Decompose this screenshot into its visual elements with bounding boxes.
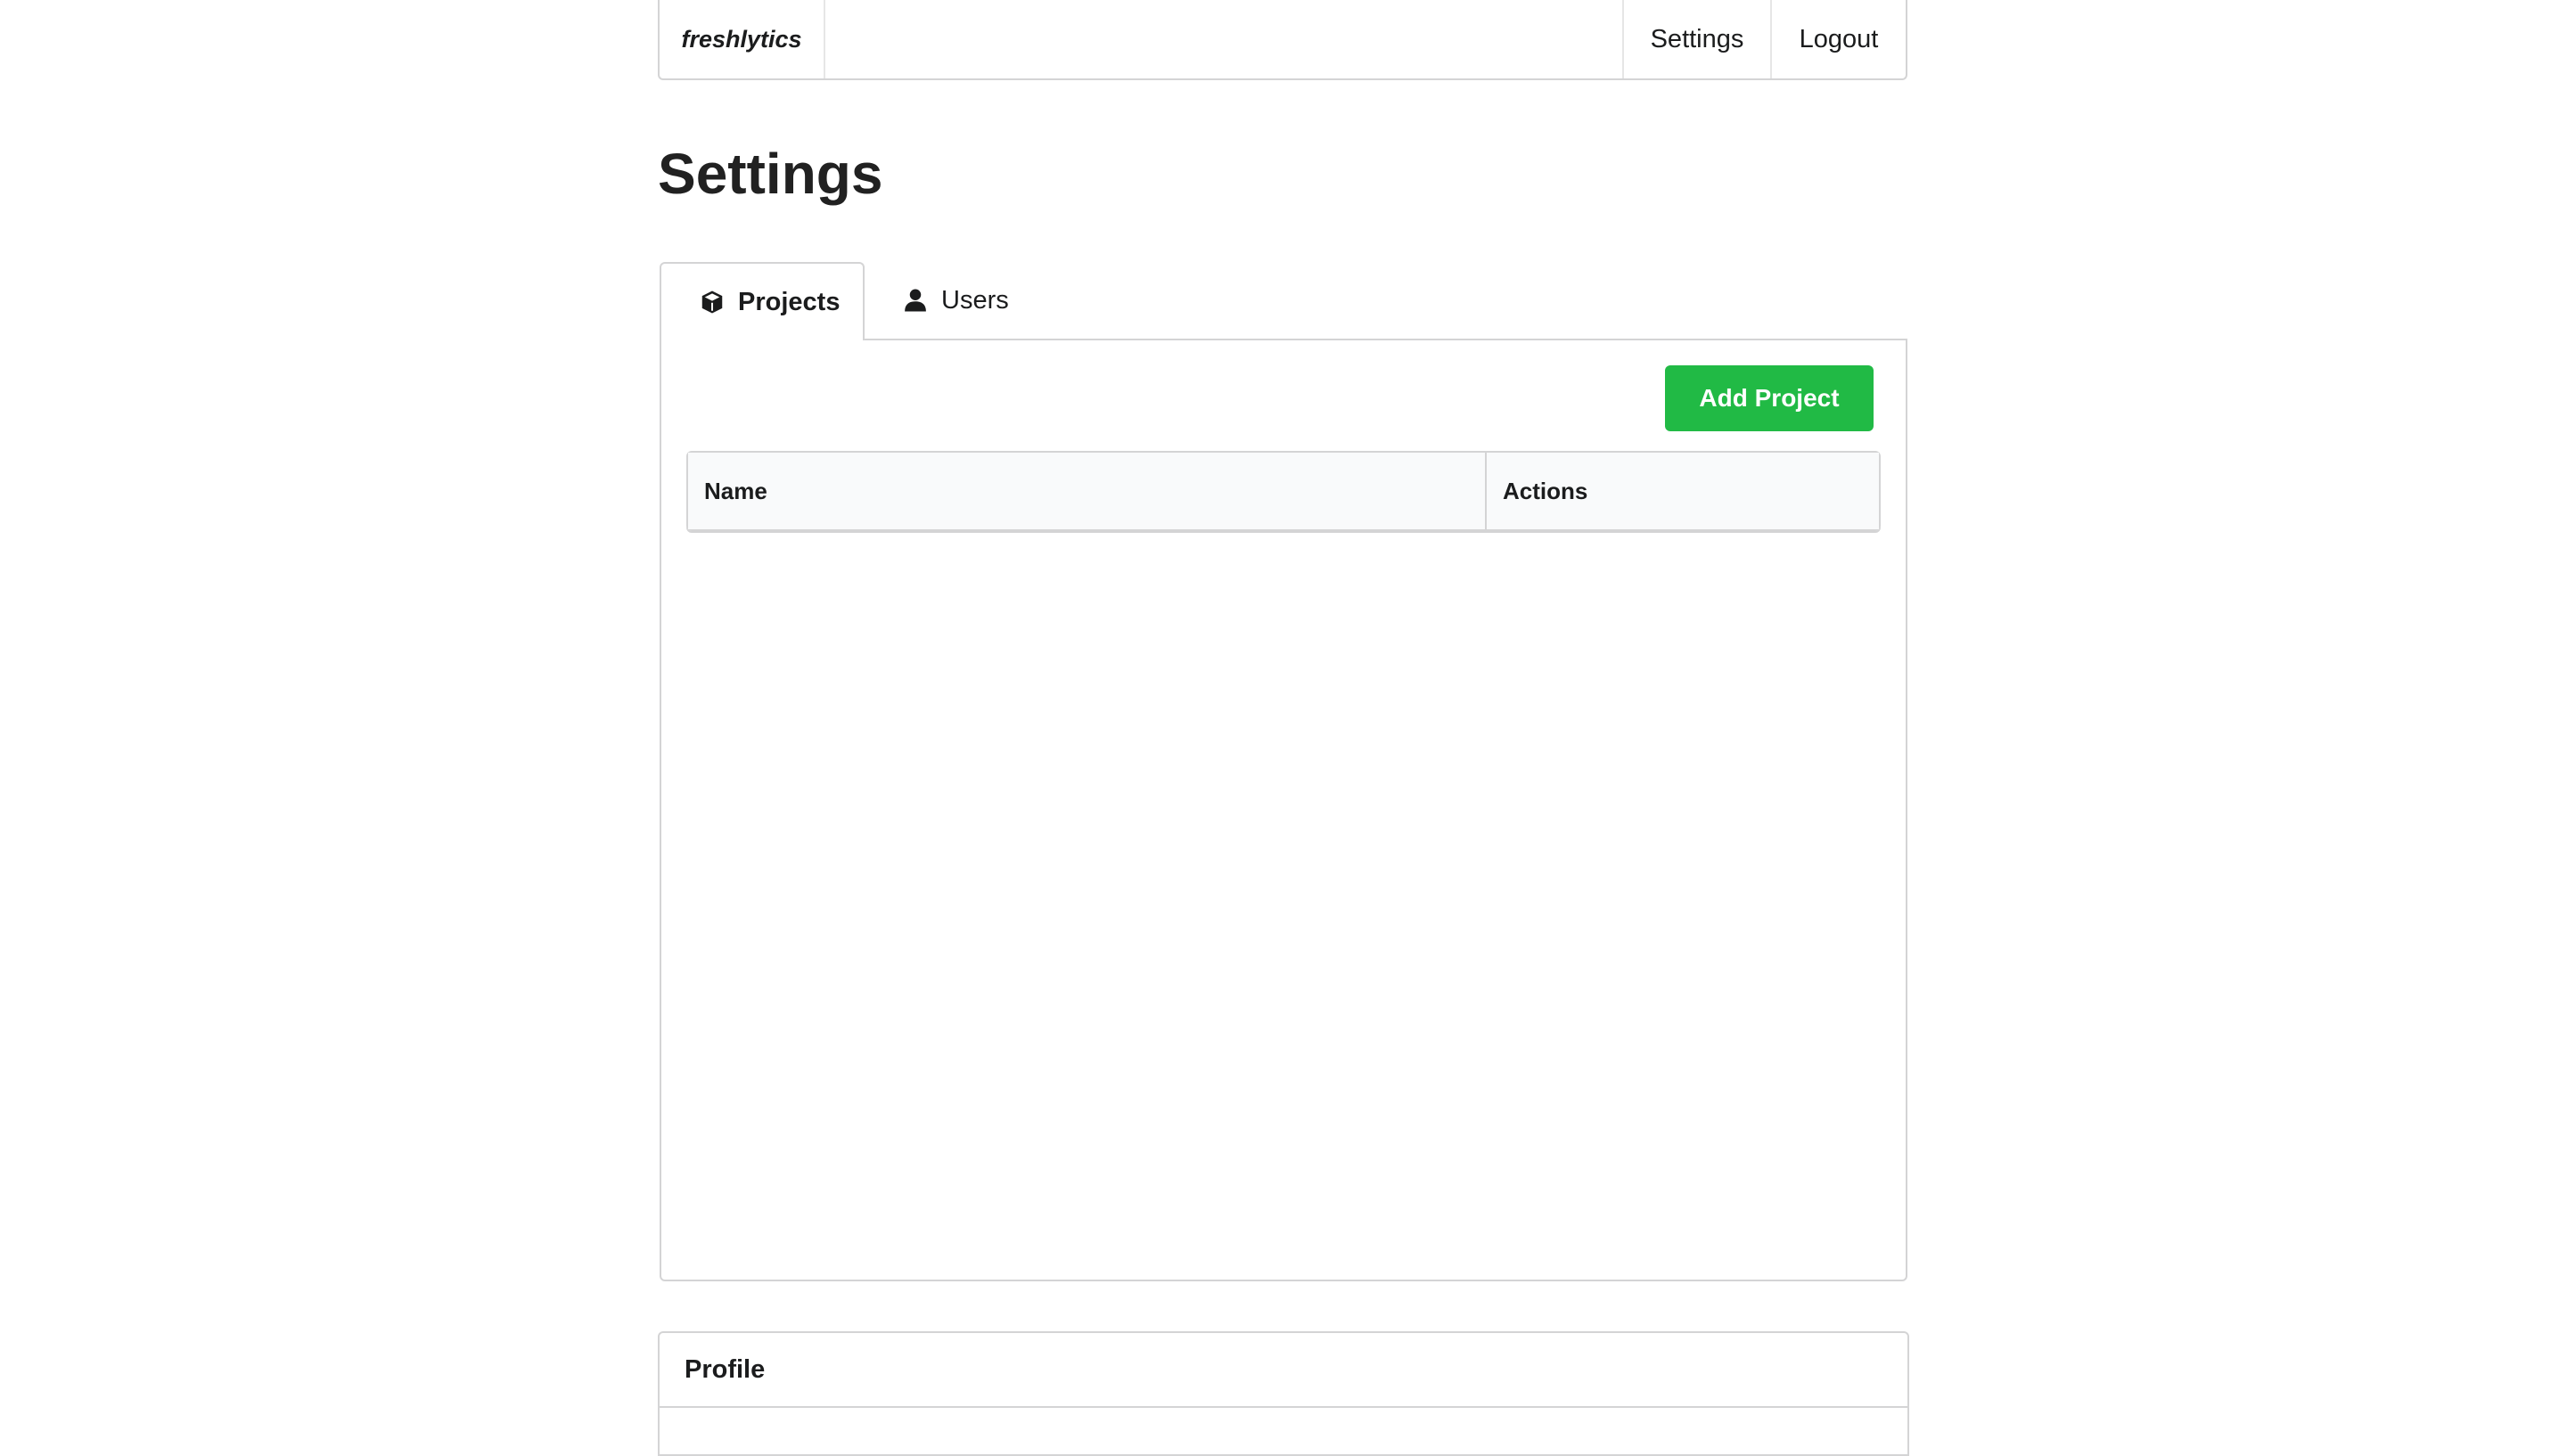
add-project-button[interactable]: Add Project [1665,365,1874,431]
table-header-row: Name Actions [688,453,1879,529]
logout-link[interactable]: Logout [1770,0,1906,78]
brand-logo[interactable]: freshlytics [660,0,825,78]
settings-link[interactable]: Settings [1622,0,1770,78]
projects-panel: Add Project Name Actions [660,339,1907,1281]
profile-header: Profile [660,1333,1907,1408]
menu-spacer [825,0,1622,78]
tab-projects[interactable]: Projects [660,262,865,340]
tab-users-label: Users [941,285,1009,315]
projects-table: Name Actions [686,451,1881,531]
user-icon [902,287,929,314]
cube-icon [699,289,726,315]
page-title: Settings [658,142,883,206]
top-menu: freshlytics Settings Logout [658,0,1907,80]
tab-projects-label: Projects [738,287,841,316]
column-header-name: Name [688,453,1487,529]
column-header-actions: Actions [1487,453,1879,529]
profile-section: Profile [658,1331,1909,1456]
tab-users[interactable]: Users [865,262,1046,339]
settings-tabs: Projects Users [660,262,1907,340]
